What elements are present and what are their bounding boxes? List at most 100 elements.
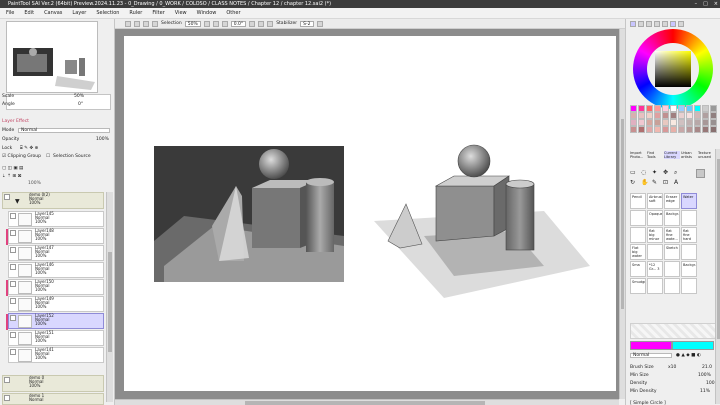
menu-filter[interactable]: Filter — [152, 10, 164, 16]
eye-icon[interactable] — [10, 349, 16, 355]
menu-other[interactable]: Other — [226, 10, 240, 16]
eye-icon[interactable] — [10, 230, 16, 236]
tool-eraser[interactable]: Eraser edge — [664, 193, 680, 209]
lock-icons[interactable]: ⌸ ✎ ✥ ⊕ — [20, 145, 38, 152]
brush-tab-find[interactable]: Find Tools — [647, 151, 663, 159]
stabilizer-select[interactable]: S-2 — [300, 20, 314, 27]
color-swatches[interactable] — [630, 105, 718, 133]
tool-flat-fine-water[interactable]: flat fine wate... — [664, 227, 680, 243]
tool-12-gr[interactable]: *12 Gr... 3 — [647, 261, 663, 277]
tool-slot-8[interactable] — [681, 210, 697, 226]
tool-background-detail[interactable]: Backgr...detail — [681, 261, 697, 277]
eye-icon[interactable] — [4, 377, 10, 383]
menu-selection[interactable]: Selection — [96, 10, 119, 16]
tool-water[interactable]: Water — [681, 193, 697, 209]
menu-file[interactable]: File — [6, 10, 14, 16]
hand-tool-icon[interactable]: ✋ — [641, 179, 650, 186]
move-tool-icon[interactable]: ✥ — [663, 169, 672, 177]
tool-slot-14[interactable] — [647, 244, 663, 260]
layer-item[interactable]: Layer150 Normal 100% — [6, 279, 104, 296]
mode-select[interactable]: Normal — [18, 128, 110, 133]
menu-ruler[interactable]: Ruler — [129, 10, 142, 16]
stabilizer-dropdown-icon[interactable] — [316, 20, 323, 27]
magic-wand-icon[interactable]: ✦ — [652, 169, 661, 177]
tool-sketch[interactable]: Sketch — [664, 244, 680, 260]
menu-view[interactable]: View — [175, 10, 187, 16]
rotate-left-icon[interactable] — [249, 20, 256, 27]
selection-label[interactable]: Selection — [161, 21, 182, 26]
color-wheel[interactable] — [633, 29, 713, 109]
maximize-button[interactable]: □ — [703, 0, 708, 8]
zoom-reset-icon[interactable] — [221, 20, 228, 27]
layer-group-demo0[interactable]: demo 0 Normal 100% — [2, 375, 104, 392]
tool-sma[interactable]: Sma — [630, 261, 646, 277]
layer-item[interactable]: Layer147 Normal 100% — [8, 245, 104, 261]
redo-icon[interactable] — [134, 20, 140, 27]
layer-item-selected[interactable]: Layer152 Normal 100% — [6, 313, 104, 330]
eye-icon[interactable] — [10, 332, 16, 338]
brush-tab-urban[interactable]: Urban artists — [681, 151, 697, 159]
angle-field[interactable]: 0.0° — [230, 20, 247, 27]
layer-effect-toggle[interactable]: Layer Effect — [2, 118, 110, 125]
folder-open-icon[interactable]: ▼ — [15, 198, 20, 205]
layer-op-icons[interactable]: ⇣ ⇡ ⊞ ⊠ — [2, 174, 21, 179]
tool-smudge[interactable]: Smudge — [630, 278, 646, 294]
transform-tool-icon[interactable]: ⊡ — [663, 179, 672, 186]
tool-slot-9[interactable] — [630, 227, 646, 243]
layer-item[interactable]: Layer145 Normal 100% — [8, 211, 104, 227]
deselect-icon[interactable] — [143, 20, 149, 27]
eye-icon[interactable] — [10, 281, 16, 287]
layer-item[interactable]: Layer149 Normal 100% — [8, 296, 104, 312]
layer-scrollbar[interactable] — [106, 192, 113, 402]
eye-icon[interactable] — [10, 264, 16, 270]
zoom-in-icon[interactable] — [212, 20, 219, 27]
tool-flat-fine-hard[interactable]: flat fine hard — [681, 227, 697, 243]
layer-group-demo02[interactable]: ▼ demo 0(2) Normal 100% — [2, 192, 104, 209]
primary-color-box[interactable] — [696, 169, 705, 178]
min-density-value[interactable]: 11% — [700, 388, 710, 396]
tool-slot-19[interactable] — [664, 261, 680, 277]
rotate-tool-icon[interactable]: ↻ — [630, 179, 639, 186]
swatch-tab[interactable] — [670, 21, 676, 27]
palette-tab[interactable] — [654, 21, 660, 27]
brush-size-value[interactable]: 21.0 — [702, 364, 712, 372]
density-value[interactable]: 100 — [706, 380, 715, 388]
layer-item[interactable]: Layer148 Normal 100% — [6, 228, 104, 245]
lasso-tool-icon[interactable]: ◌ — [641, 169, 650, 177]
brush-tab-current[interactable]: Current Library — [664, 151, 680, 159]
new-layer-icon[interactable]: ▢ ◫ ▣ ▤ — [2, 166, 23, 171]
layer-item[interactable]: Layer151 Normal 100% — [8, 330, 104, 346]
tool-slot-22[interactable] — [647, 278, 663, 294]
canvas-horizontal-scrollbar[interactable] — [115, 399, 619, 405]
right-panel-scrollbar[interactable] — [715, 149, 720, 404]
background-color[interactable] — [672, 341, 714, 350]
eye-icon[interactable] — [10, 315, 16, 321]
eye-icon[interactable] — [10, 213, 16, 219]
layer-item[interactable]: Layer141 Normal 100% — [8, 347, 104, 363]
flip-icon[interactable] — [267, 20, 274, 27]
clipping-checkbox[interactable]: ☑ — [2, 154, 6, 159]
selection-visibility-icon[interactable] — [152, 20, 158, 27]
eye-icon[interactable] — [10, 298, 16, 304]
selection-source-checkbox[interactable]: ☐ — [46, 153, 50, 160]
tool-slot-24[interactable] — [681, 278, 697, 294]
zoom-field[interactable]: 50% — [184, 20, 201, 27]
menu-layer[interactable]: Layer — [72, 10, 86, 16]
undo-icon[interactable] — [125, 20, 131, 27]
tool-slot-16[interactable] — [681, 244, 697, 260]
brush-size-mult[interactable]: x10 — [668, 364, 676, 372]
tool-opaque[interactable]: Opaque...stor — [647, 210, 663, 226]
eyedropper-tool-icon[interactable]: ✎ — [652, 179, 661, 186]
eye-icon[interactable] — [4, 194, 10, 200]
rotate-right-icon[interactable] — [258, 20, 265, 27]
color-wheel-tab[interactable] — [630, 21, 636, 27]
marquee-tool-icon[interactable]: ▭ — [630, 169, 639, 177]
tool-pencil[interactable]: Pencil — [630, 193, 646, 209]
brush-tab-texture[interactable]: Texture unused — [698, 151, 714, 159]
zoom-tool-icon[interactable]: ⌕ — [674, 169, 683, 177]
layer-scrollbar-thumb[interactable] — [108, 252, 112, 352]
foreground-color[interactable] — [630, 341, 672, 350]
scratchpad-tab[interactable] — [678, 21, 684, 27]
tool-flat-big-water[interactable]: Flat big water — [630, 244, 646, 260]
eye-icon[interactable] — [4, 395, 10, 401]
